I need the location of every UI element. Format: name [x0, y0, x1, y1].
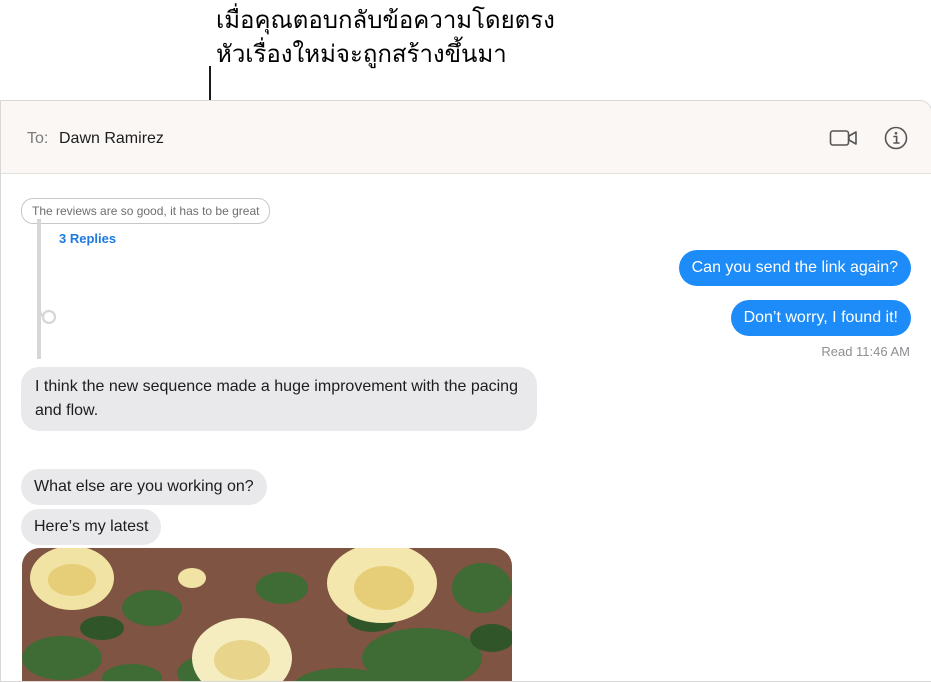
- attached-photo[interactable]: [22, 548, 512, 682]
- outgoing-message[interactable]: Don’t worry, I found it!: [730, 300, 911, 336]
- callout-annotation: เมื่อคุณตอบกลับข้อความโดยตรง หัวเรื่องให…: [216, 3, 555, 71]
- messages-window: To: Dawn Ramirez The reviews are so good…: [0, 100, 931, 682]
- recipient-name[interactable]: Dawn Ramirez: [59, 130, 164, 148]
- callout-line-1: เมื่อคุณตอบกลับข้อความโดยตรง: [216, 6, 555, 34]
- read-receipt: Read 11:46 AM: [821, 344, 910, 359]
- replies-link[interactable]: 3 Replies: [59, 231, 116, 246]
- incoming-message[interactable]: I think the new sequence made a huge imp…: [21, 367, 537, 431]
- outgoing-message[interactable]: Can you send the link again?: [678, 250, 911, 286]
- incoming-message[interactable]: Here’s my latest: [21, 509, 162, 545]
- info-icon[interactable]: [884, 126, 908, 150]
- video-camera-icon[interactable]: [829, 127, 859, 149]
- callout-line-2: หัวเรื่องใหม่จะถูกสร้างขึ้นมา: [216, 40, 507, 68]
- conversation-header: To: Dawn Ramirez: [1, 101, 931, 174]
- incoming-message[interactable]: What else are you working on?: [21, 469, 267, 505]
- to-label: To:: [27, 130, 49, 147]
